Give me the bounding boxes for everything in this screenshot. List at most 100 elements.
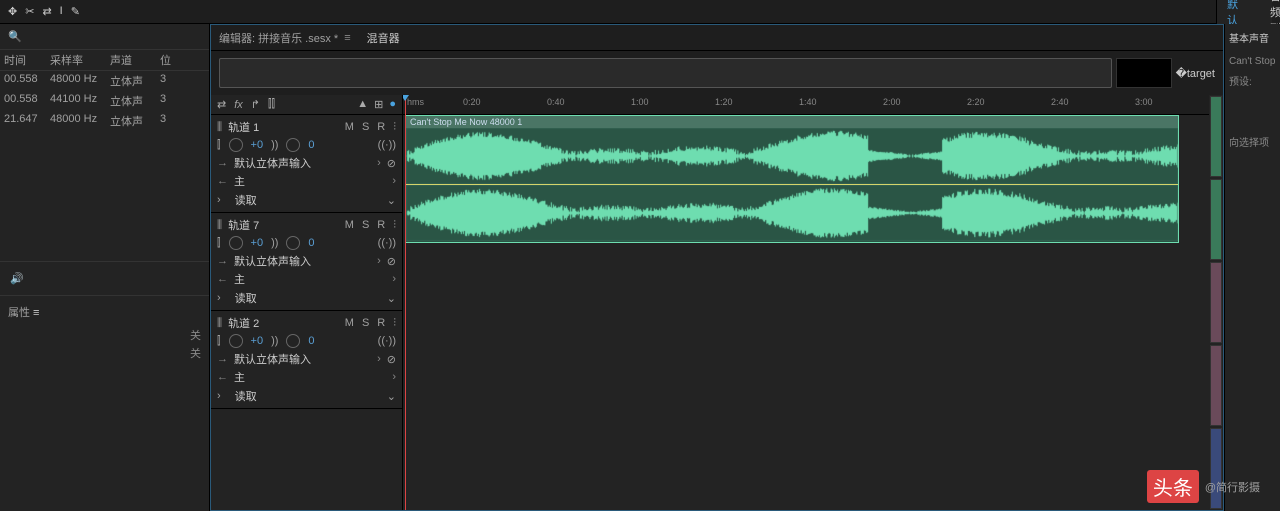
track-name[interactable]: 轨道 1	[228, 119, 259, 135]
metronome-icon[interactable]: ▲	[357, 98, 368, 111]
time-ruler[interactable]: hms 0:200:401:001:201:402:002:202:403:00	[403, 95, 1209, 115]
volume-value[interactable]: +0	[251, 335, 264, 347]
pan-value[interactable]: 0	[308, 237, 314, 249]
file-row[interactable]: 00.558 44100 Hz 立体声 3	[0, 91, 209, 111]
record-button[interactable]: R	[377, 219, 385, 232]
pan-value[interactable]: 0	[308, 139, 314, 151]
track-color[interactable]	[1210, 345, 1222, 426]
send-icon[interactable]: ↱	[251, 98, 260, 111]
pan-knob[interactable]	[286, 334, 300, 348]
tab-menu-icon[interactable]: ≡	[344, 32, 350, 44]
pan-knob[interactable]	[286, 236, 300, 250]
chevron-icon[interactable]: ›	[377, 353, 381, 365]
cut-tool-icon[interactable]: ✂	[25, 5, 34, 18]
pan-knob[interactable]	[286, 138, 300, 152]
output-select[interactable]: 主	[234, 271, 386, 287]
track-color[interactable]	[1210, 179, 1222, 260]
track-header[interactable]: ⫼轨道 2 MSR⫶ ⫿+0 ))0 ((·)) →默认立体声输入›⊘ ←主› …	[211, 311, 402, 409]
input-icon: →	[217, 353, 228, 365]
preview-icon[interactable]: 🔊	[0, 261, 209, 295]
col-bit[interactable]: 位	[160, 52, 180, 68]
mute-button[interactable]: M	[345, 121, 354, 134]
col-channel[interactable]: 声道	[110, 52, 160, 68]
track-color[interactable]	[1210, 96, 1222, 177]
time-tool-icon[interactable]: I	[60, 5, 63, 18]
mono-icon[interactable]: ⊘	[387, 353, 396, 366]
track-handle-icon[interactable]: ⫼	[217, 317, 222, 330]
tool-icons: ✥ ✂ ⇄ I ✎	[8, 5, 80, 18]
preset-label[interactable]: 预设:	[1229, 70, 1276, 91]
automation-select[interactable]: 读取	[221, 192, 387, 208]
select-hint: 向选择项	[1229, 131, 1276, 152]
move-tool-icon[interactable]: ✥	[8, 5, 17, 18]
input-select[interactable]: 默认立体声输入	[234, 253, 371, 269]
track-toolbar: ⇄ fx ↱ ⫿⫿ ▲ ⊞ ●	[211, 95, 402, 115]
solo-button[interactable]: S	[362, 317, 369, 330]
track-name[interactable]: 轨道 2	[228, 315, 259, 331]
solo-button[interactable]: S	[362, 121, 369, 134]
output-select[interactable]: 主	[234, 173, 386, 189]
track-handle-icon[interactable]: ⫼	[217, 219, 222, 232]
essential-sound-panel: 基本声音 Can't Stop 预设: 向选择项	[1224, 24, 1280, 511]
volume-value[interactable]: +0	[251, 139, 264, 151]
zoom-icon[interactable]: �target	[1176, 67, 1215, 80]
track-name[interactable]: 轨道 7	[228, 217, 259, 233]
volume-knob[interactable]	[229, 236, 243, 250]
watermark: 头条 @简行影摄	[1147, 470, 1260, 503]
track-header[interactable]: ⫼轨道 7 MSR⫶ ⫿+0 ))0 ((·)) →默认立体声输入›⊘ ←主› …	[211, 213, 402, 311]
watermark-badge: 头条	[1147, 470, 1199, 503]
solo-button[interactable]: S	[362, 219, 369, 232]
slip-tool-icon[interactable]: ⇄	[42, 5, 51, 18]
volume-knob[interactable]	[229, 138, 243, 152]
chevron-icon[interactable]: ›	[377, 157, 381, 169]
file-row[interactable]: 21.647 48000 Hz 立体声 3	[0, 111, 209, 131]
mono-icon[interactable]: ⊘	[387, 157, 396, 170]
eq-icon[interactable]: ⫿⫿	[268, 98, 275, 111]
fx-icon[interactable]: fx	[234, 99, 243, 111]
input-select[interactable]: 默认立体声输入	[234, 351, 371, 367]
track-header[interactable]: ⫼轨道 1 MSR⫶ ⫿+0 ))0 ((·)) →默认立体声输入›⊘ ←主› …	[211, 115, 402, 213]
ruler-tick: 1:00	[631, 97, 649, 107]
snap-icon[interactable]: ⊞	[374, 98, 383, 111]
chevron-icon[interactable]: ›	[392, 273, 396, 285]
loop-icon[interactable]: ⇄	[217, 98, 226, 111]
pan-value[interactable]: 0	[308, 335, 314, 347]
file-row[interactable]: 00.558 48000 Hz 立体声 3	[0, 71, 209, 91]
overview-mini[interactable]	[1116, 58, 1172, 88]
chevron-down-icon[interactable]: ⌄	[387, 194, 396, 207]
mute-button[interactable]: M	[345, 219, 354, 232]
track-handle-icon[interactable]: ⫼	[217, 121, 222, 134]
search-input[interactable]	[26, 31, 201, 43]
playhead-icon[interactable]: ●	[389, 98, 396, 111]
tab-mixer[interactable]: 混音器	[367, 30, 400, 46]
col-time[interactable]: 时间	[0, 52, 50, 68]
input-select[interactable]: 默认立体声输入	[234, 155, 371, 171]
overview-navigator[interactable]	[219, 58, 1112, 88]
record-button[interactable]: R	[377, 121, 385, 134]
mute-button[interactable]: M	[345, 317, 354, 330]
output-select[interactable]: 主	[234, 369, 386, 385]
chevron-icon[interactable]: ›	[392, 371, 396, 383]
brush-tool-icon[interactable]: ✎	[71, 5, 80, 18]
audio-clip[interactable]: Can't Stop Me Now 48000 1	[405, 115, 1179, 243]
chevron-down-icon[interactable]: ⌄	[387, 390, 396, 403]
record-button[interactable]: R	[377, 317, 385, 330]
tab-editor[interactable]: 编辑器: 拼接音乐 .sesx *≡	[219, 30, 351, 46]
monitor-icon[interactable]: ⫶	[393, 219, 396, 232]
volume-knob[interactable]	[229, 334, 243, 348]
chevron-icon[interactable]: ›	[392, 175, 396, 187]
playhead[interactable]	[405, 95, 406, 510]
chevron-icon[interactable]: ›	[377, 255, 381, 267]
automation-select[interactable]: 读取	[221, 388, 387, 404]
track-color-bar	[1209, 95, 1223, 510]
col-rate[interactable]: 采样率	[50, 52, 110, 68]
track-color[interactable]	[1210, 262, 1222, 343]
timeline[interactable]: hms 0:200:401:001:201:402:002:202:403:00…	[403, 95, 1209, 510]
automation-select[interactable]: 读取	[221, 290, 387, 306]
mono-icon[interactable]: ⊘	[387, 255, 396, 268]
track-headers: ⇄ fx ↱ ⫿⫿ ▲ ⊞ ● ⫼轨道 1 MSR⫶ ⫿+0 ))0 ((·))…	[211, 95, 403, 510]
chevron-down-icon[interactable]: ⌄	[387, 292, 396, 305]
monitor-icon[interactable]: ⫶	[393, 121, 396, 134]
monitor-icon[interactable]: ⫶	[393, 317, 396, 330]
volume-value[interactable]: +0	[251, 237, 264, 249]
